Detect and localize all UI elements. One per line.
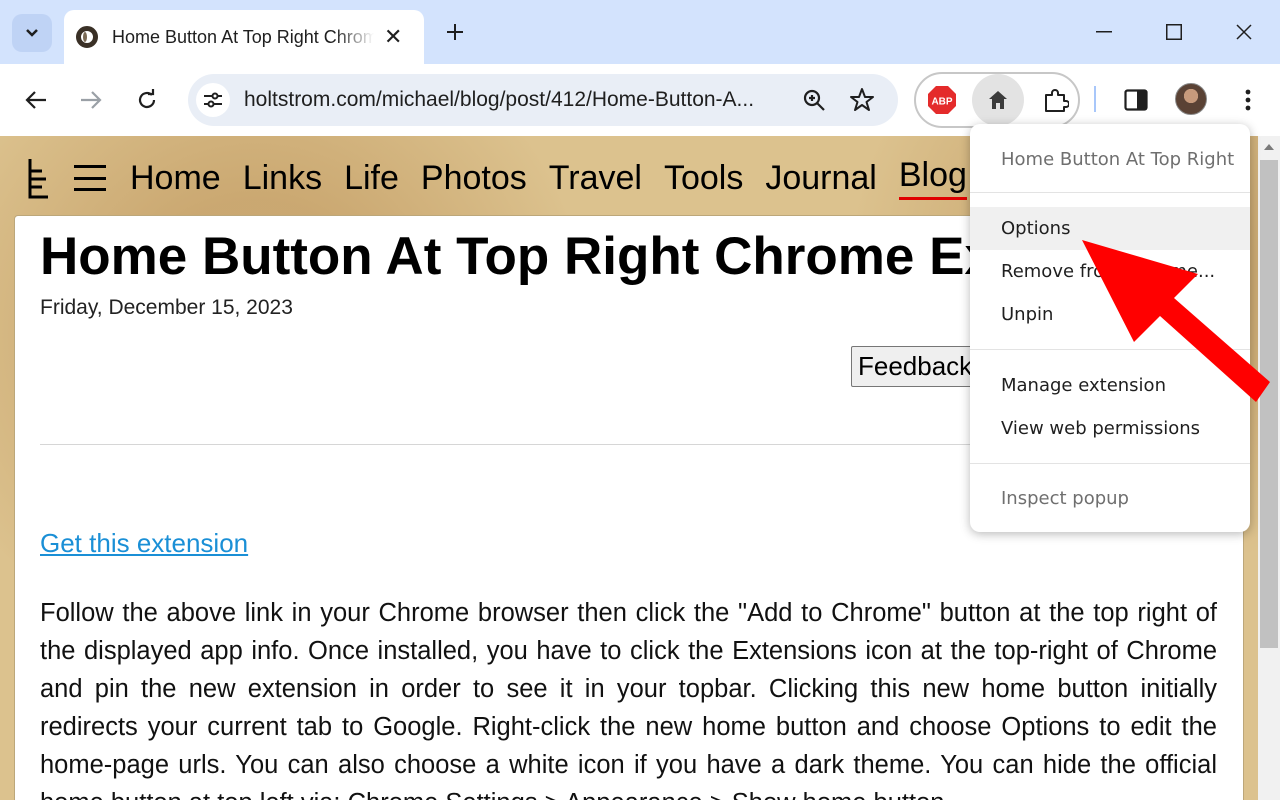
address-bar[interactable]: holtstrom.com/michael/blog/post/412/Home… — [188, 74, 898, 126]
adblock-plus-icon[interactable]: ABP — [927, 85, 957, 115]
side-panel-icon — [1124, 89, 1148, 111]
reload-button[interactable] — [127, 80, 167, 120]
tab-title: Home Button At Top Right Chrome Extensio… — [112, 26, 374, 47]
nav-link-home[interactable]: Home — [130, 159, 221, 198]
chevron-down-icon — [26, 29, 38, 37]
chrome-menu-button[interactable] — [1228, 80, 1268, 120]
menu-item-inspect-popup[interactable]: Inspect popup — [970, 477, 1250, 520]
nav-link-life[interactable]: Life — [344, 159, 399, 198]
home-icon — [989, 91, 1007, 109]
scrollbar-thumb[interactable] — [1260, 160, 1278, 648]
site-favicon-icon — [76, 26, 98, 48]
menu-hamburger-icon[interactable] — [74, 165, 106, 191]
get-extension-link[interactable]: Get this extension — [40, 528, 248, 559]
puzzle-icon — [1045, 89, 1069, 112]
minimize-icon — [1096, 31, 1112, 33]
close-window-button[interactable] — [1222, 14, 1266, 50]
arrow-left-icon — [25, 91, 46, 109]
maximize-icon — [1166, 24, 1182, 40]
menu-header-extension-name[interactable]: Home Button At Top Right — [970, 138, 1250, 181]
menu-item-unpin[interactable]: Unpin — [970, 293, 1250, 336]
zoom-button[interactable] — [800, 86, 828, 114]
site-logo-icon[interactable] — [26, 157, 52, 199]
nav-link-travel[interactable]: Travel — [549, 159, 642, 198]
tune-icon — [204, 92, 222, 108]
active-tab[interactable]: Home Button At Top Right Chrome Extensio… — [64, 10, 424, 64]
star-icon — [850, 88, 874, 111]
minimize-button[interactable] — [1082, 14, 1126, 50]
url-text: holtstrom.com/michael/blog/post/412/Home… — [244, 88, 755, 111]
site-navigation: Home Links Life Photos Travel Tools Jour… — [26, 150, 967, 206]
nav-link-journal[interactable]: Journal — [765, 159, 877, 198]
post-date: Friday, December 15, 2023 — [40, 296, 293, 319]
menu-separator — [970, 349, 1250, 350]
profile-avatar[interactable] — [1175, 83, 1207, 115]
arrow-right-icon — [81, 91, 102, 109]
menu-item-remove[interactable]: Remove from Chrome... — [970, 250, 1250, 293]
menu-item-view-permissions[interactable]: View web permissions — [970, 407, 1250, 450]
tab-strip: Home Button At Top Right Chrome Extensio… — [0, 0, 1280, 64]
maximize-button[interactable] — [1152, 14, 1196, 50]
side-panel-button[interactable] — [1116, 80, 1156, 120]
close-tab-icon[interactable]: ✕ — [384, 24, 402, 50]
nav-link-blog[interactable]: Blog — [898, 156, 967, 200]
scroll-up-arrow-icon[interactable] — [1264, 144, 1274, 150]
zoom-in-icon — [803, 89, 825, 111]
post-body: Follow the above link in your Chrome bro… — [40, 599, 1217, 800]
nav-link-photos[interactable]: Photos — [421, 159, 527, 198]
menu-item-manage-extension[interactable]: Manage extension — [970, 364, 1250, 407]
toolbar-divider — [1094, 86, 1096, 112]
adblock-label: ABP — [931, 97, 952, 108]
tab-search-button[interactable] — [12, 14, 52, 52]
back-button[interactable] — [16, 80, 56, 120]
home-extension-button[interactable] — [972, 74, 1024, 126]
menu-separator — [970, 192, 1250, 193]
more-vertical-icon — [1245, 89, 1251, 111]
site-info-button[interactable] — [196, 83, 230, 117]
new-tab-button[interactable] — [440, 16, 470, 48]
menu-separator — [970, 463, 1250, 464]
nav-link-tools[interactable]: Tools — [664, 159, 743, 198]
reload-icon — [138, 89, 156, 109]
bookmark-button[interactable] — [848, 86, 876, 114]
extensions-button[interactable] — [1036, 80, 1076, 120]
plus-icon — [447, 24, 463, 40]
forward-button[interactable] — [71, 80, 111, 120]
menu-item-options[interactable]: Options — [970, 207, 1250, 250]
extension-context-menu: Home Button At Top Right Options Remove … — [970, 124, 1250, 532]
close-icon — [1236, 24, 1252, 40]
nav-link-links[interactable]: Links — [243, 159, 322, 198]
